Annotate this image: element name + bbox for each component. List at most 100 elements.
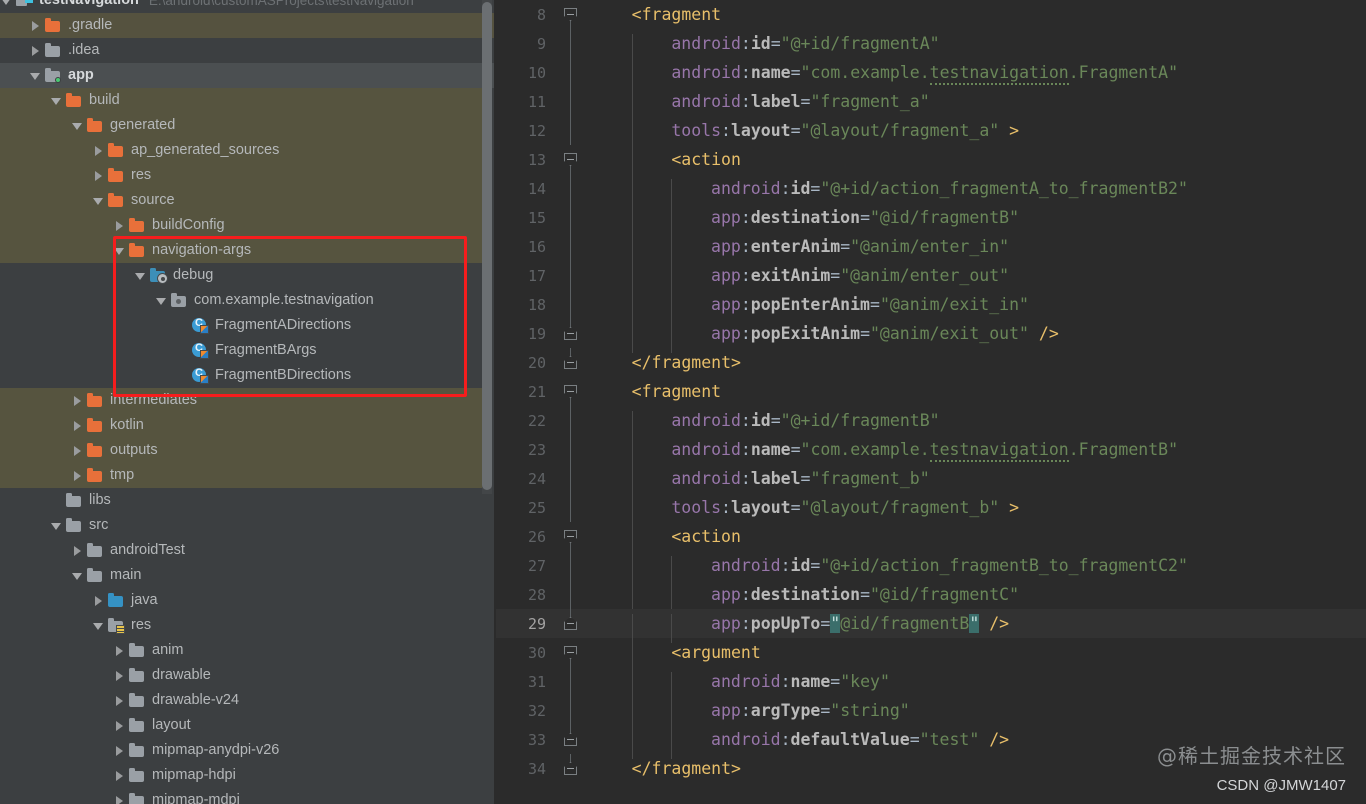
chevron-right-icon[interactable] (29, 19, 42, 32)
code-line-28[interactable]: 28 app:destination="@id/fragmentC" (496, 580, 1366, 614)
code-fold-gutter[interactable] (558, 696, 584, 725)
chevron-right-icon[interactable] (113, 669, 126, 682)
tree-item-res[interactable]: res (0, 163, 496, 188)
chevron-down-icon[interactable] (113, 244, 126, 257)
code-line-8[interactable]: 8 <fragment (496, 0, 1366, 29)
code-fold-gutter[interactable] (558, 493, 584, 522)
chevron-down-icon[interactable] (92, 194, 105, 207)
code-fold-gutter[interactable] (558, 116, 584, 145)
chevron-down-icon[interactable] (71, 119, 84, 132)
code-line-19[interactable]: 19 app:popExitAnim="@anim/exit_out" /> (496, 319, 1366, 353)
tree-item-mipmap-hdpi[interactable]: mipmap-hdpi (0, 763, 496, 788)
tree-item-mipmap-mdpi[interactable]: mipmap-mdpi (0, 788, 496, 804)
code-line-30[interactable]: 30 <argument (496, 638, 1366, 672)
tree-item-source[interactable]: source (0, 188, 496, 213)
chevron-right-icon[interactable] (71, 444, 84, 457)
code-fold-gutter[interactable] (558, 0, 584, 29)
code-fold-gutter[interactable] (558, 406, 584, 435)
fold-collapse-icon[interactable] (564, 8, 577, 21)
code-fold-gutter[interactable] (558, 609, 584, 638)
fold-collapse-icon[interactable] (564, 153, 577, 166)
code-fold-gutter[interactable] (558, 725, 584, 754)
tree-item-java[interactable]: java (0, 588, 496, 613)
chevron-right-icon[interactable] (113, 694, 126, 707)
code-fold-gutter[interactable] (558, 319, 584, 348)
xml-code-editor[interactable]: 8 <fragment 9 android:id="@+id/fragmentA" 10… (496, 0, 1366, 804)
chevron-right-icon[interactable] (113, 719, 126, 732)
tree-item-drawable-v24[interactable]: drawable-v24 (0, 688, 496, 713)
fold-collapse-icon[interactable] (564, 327, 577, 340)
code-fold-gutter[interactable] (558, 435, 584, 464)
tree-item-libs[interactable]: libs (0, 488, 496, 513)
code-line-15[interactable]: 15 app:destination="@id/fragmentB" (496, 203, 1366, 237)
panel-divider[interactable] (494, 0, 496, 804)
tree-item-kotlin[interactable]: kotlin (0, 413, 496, 438)
code-lines-container[interactable]: 8 <fragment 9 android:id="@+id/fragmentA" 10… (496, 0, 1366, 783)
chevron-right-icon[interactable] (71, 419, 84, 432)
code-fold-gutter[interactable] (558, 261, 584, 290)
chevron-down-icon[interactable] (0, 0, 13, 7)
tree-item-outputs[interactable]: outputs (0, 438, 496, 463)
fold-collapse-icon[interactable] (564, 646, 577, 659)
project-tree-panel[interactable]: testNavigation E:\android\customASProject… (0, 0, 496, 804)
fold-collapse-icon[interactable] (564, 733, 577, 746)
code-fold-gutter[interactable] (558, 232, 584, 261)
chevron-right-icon[interactable] (113, 794, 126, 804)
fold-collapse-icon[interactable] (564, 385, 577, 398)
tree-item-tmp[interactable]: tmp (0, 463, 496, 488)
code-line-22[interactable]: 22 android:id="@+id/fragmentB" (496, 406, 1366, 440)
tree-item-fragmentadirections[interactable]: FragmentADirections (0, 313, 496, 338)
code-fold-gutter[interactable] (558, 174, 584, 203)
code-fold-gutter[interactable] (558, 464, 584, 493)
code-line-32[interactable]: 32 app:argType="string" (496, 696, 1366, 730)
code-line-29[interactable]: 29 app:popUpTo="@id/fragmentB" /> (496, 609, 1366, 643)
tree-item-main[interactable]: main (0, 563, 496, 588)
tree-item-navigation-args[interactable]: navigation-args (0, 238, 496, 263)
code-line-26[interactable]: 26 <action (496, 522, 1366, 556)
code-fold-gutter[interactable] (558, 203, 584, 232)
code-line-17[interactable]: 17 app:exitAnim="@anim/enter_out" (496, 261, 1366, 295)
code-line-12[interactable]: 12 tools:layout="@layout/fragment_a" > (496, 116, 1366, 150)
chevron-down-icon[interactable] (155, 294, 168, 307)
code-line-9[interactable]: 9 android:id="@+id/fragmentA" (496, 29, 1366, 63)
chevron-right-icon[interactable] (113, 219, 126, 232)
code-line-11[interactable]: 11 android:label="fragment_a" (496, 87, 1366, 121)
tree-item-anim[interactable]: anim (0, 638, 496, 663)
chevron-down-icon[interactable] (92, 619, 105, 632)
tree-item--gradle[interactable]: .gradle (0, 13, 496, 38)
code-line-18[interactable]: 18 app:popEnterAnim="@anim/exit_in" (496, 290, 1366, 324)
tree-item-mipmap-anydpi-v26[interactable]: mipmap-anydpi-v26 (0, 738, 496, 763)
code-fold-gutter[interactable] (558, 348, 584, 377)
tree-item-fragmentbargs[interactable]: FragmentBArgs (0, 338, 496, 363)
code-fold-gutter[interactable] (558, 638, 584, 667)
fold-collapse-icon[interactable] (564, 356, 577, 369)
chevron-right-icon[interactable] (92, 144, 105, 157)
chevron-right-icon[interactable] (113, 769, 126, 782)
chevron-right-icon[interactable] (113, 744, 126, 757)
chevron-down-icon[interactable] (50, 519, 63, 532)
tree-item-drawable[interactable]: drawable (0, 663, 496, 688)
code-line-10[interactable]: 10 android:name="com.example.testnavigati… (496, 58, 1366, 92)
code-line-25[interactable]: 25 tools:layout="@layout/fragment_b" > (496, 493, 1366, 527)
chevron-down-icon[interactable] (50, 94, 63, 107)
tree-item-res[interactable]: res (0, 613, 496, 638)
chevron-right-icon[interactable] (92, 169, 105, 182)
chevron-down-icon[interactable] (29, 69, 42, 82)
tree-item-layout[interactable]: layout (0, 713, 496, 738)
code-fold-gutter[interactable] (558, 377, 584, 406)
tree-item-buildconfig[interactable]: buildConfig (0, 213, 496, 238)
code-line-27[interactable]: 27 android:id="@+id/action_fragmentB_to_f… (496, 551, 1366, 585)
chevron-down-icon[interactable] (134, 269, 147, 282)
code-line-31[interactable]: 31 android:name="key" (496, 667, 1366, 701)
code-fold-gutter[interactable] (558, 87, 584, 116)
code-line-20[interactable]: 20 </fragment> (496, 348, 1366, 377)
chevron-right-icon[interactable] (71, 394, 84, 407)
code-line-14[interactable]: 14 android:id="@+id/action_fragmentA_to_f… (496, 174, 1366, 208)
code-fold-gutter[interactable] (558, 754, 584, 783)
code-line-24[interactable]: 24 android:label="fragment_b" (496, 464, 1366, 498)
tree-item-intermediates[interactable]: intermediates (0, 388, 496, 413)
fold-collapse-icon[interactable] (564, 617, 577, 630)
tree-item-src[interactable]: src (0, 513, 496, 538)
code-fold-gutter[interactable] (558, 522, 584, 551)
chevron-right-icon[interactable] (92, 594, 105, 607)
